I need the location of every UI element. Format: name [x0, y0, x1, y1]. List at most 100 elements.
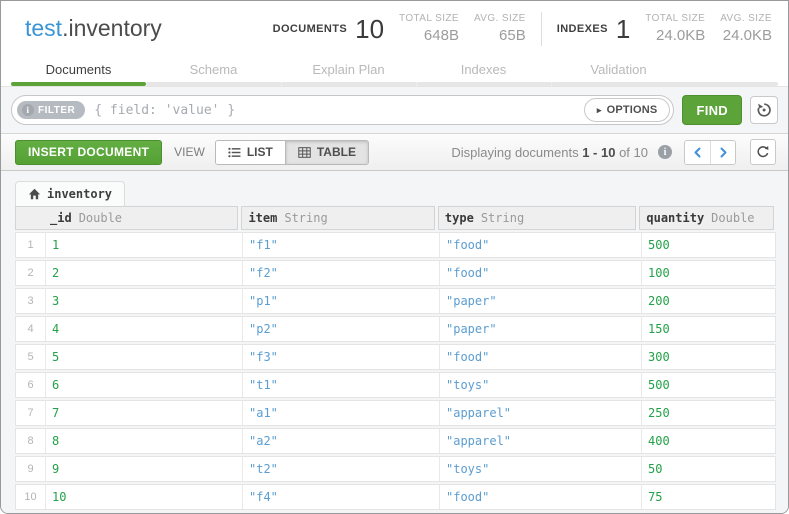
collection-name: inventory [68, 15, 161, 41]
namespace-title: test.inventory [25, 15, 162, 42]
column-header-type[interactable]: type String [438, 206, 636, 230]
table-row[interactable]: 8 8 "a2" "apparel" 400 [15, 428, 776, 454]
item-cell[interactable]: "a1" [243, 401, 440, 425]
item-cell[interactable]: "p2" [243, 317, 440, 341]
item-cell[interactable]: "f1" [243, 233, 440, 257]
documents-avg-size-stat: AVG. SIZE 65B [474, 13, 526, 44]
view-table-label: TABLE [317, 145, 356, 159]
type-cell[interactable]: "food" [440, 345, 642, 369]
type-cell[interactable]: "apparel" [440, 429, 642, 453]
type-cell[interactable]: "food" [440, 485, 642, 509]
row-number-cell: 7 [16, 401, 46, 425]
item-cell[interactable]: "f3" [243, 345, 440, 369]
item-cell[interactable]: "f4" [243, 485, 440, 509]
column-header-id[interactable]: _id Double [15, 206, 238, 230]
type-cell[interactable]: "apparel" [440, 401, 642, 425]
table-row[interactable]: 2 2 "f2" "food" 100 [15, 260, 776, 286]
documents-stat: DOCUMENTS 10 [273, 16, 384, 42]
item-cell[interactable]: "f2" [243, 261, 440, 285]
item-cell[interactable]: "p1" [243, 289, 440, 313]
quantity-cell[interactable]: 50 [642, 457, 775, 481]
tab-bar-filler [686, 56, 778, 86]
indexes-total-size-value: 24.0KB [656, 27, 705, 44]
documents-total-size-stat: TOTAL SIZE 648B [399, 13, 459, 44]
type-cell[interactable]: "food" [440, 233, 642, 257]
item-cell[interactable]: "a2" [243, 429, 440, 453]
table-row[interactable]: 7 7 "a1" "apparel" 250 [15, 400, 776, 426]
refresh-documents-button[interactable] [750, 139, 776, 165]
quantity-cell[interactable]: 300 [642, 345, 775, 369]
table-body: 1 1 "f1" "food" 500 2 2 "f2" "food" 100 … [15, 232, 774, 510]
tab-validation[interactable]: Validation [551, 56, 686, 86]
find-button[interactable]: FIND [682, 95, 742, 125]
next-page-button[interactable] [710, 141, 735, 164]
database-name: test [25, 15, 62, 41]
table-row[interactable]: 4 4 "p2" "paper" 150 [15, 316, 776, 342]
documents-table-area: inventory _id Double item String type St… [1, 171, 788, 513]
displaying-info-icon[interactable]: i [658, 145, 672, 159]
row-number-cell: 10 [16, 485, 46, 509]
quantity-cell[interactable]: 75 [642, 485, 775, 509]
filter-badge-label: FILTER [38, 105, 75, 116]
tab-schema[interactable]: Schema [146, 56, 281, 86]
quantity-cell[interactable]: 200 [642, 289, 775, 313]
column-name: item [248, 211, 277, 225]
tab-explain-plan-label: Explain Plan [281, 62, 416, 82]
row-number-cell: 5 [16, 345, 46, 369]
id-cell[interactable]: 9 [46, 457, 243, 481]
pagination [684, 140, 736, 165]
quantity-cell[interactable]: 150 [642, 317, 775, 341]
collection-breadcrumb-tab[interactable]: inventory [15, 181, 125, 206]
id-cell[interactable]: 7 [46, 401, 243, 425]
tab-explain-plan[interactable]: Explain Plan [281, 56, 416, 86]
table-row[interactable]: 5 5 "f3" "food" 300 [15, 344, 776, 370]
column-header-item[interactable]: item String [241, 206, 434, 230]
quantity-cell[interactable]: 400 [642, 429, 775, 453]
filter-info-icon: i [22, 104, 34, 116]
quantity-cell[interactable]: 250 [642, 401, 775, 425]
type-cell[interactable]: "food" [440, 261, 642, 285]
previous-page-button[interactable] [685, 141, 710, 164]
view-table-button[interactable]: TABLE [285, 141, 368, 164]
indexes-avg-size-value: 24.0KB [723, 27, 772, 44]
column-type: Double [79, 211, 122, 225]
column-header-quantity[interactable]: quantity Double [639, 206, 774, 230]
id-cell[interactable]: 1 [46, 233, 243, 257]
column-type: Double [711, 211, 754, 225]
quantity-cell[interactable]: 100 [642, 261, 775, 285]
view-list-button[interactable]: LIST [216, 141, 285, 164]
query-history-button[interactable] [750, 96, 778, 124]
type-cell[interactable]: "toys" [440, 373, 642, 397]
id-cell[interactable]: 3 [46, 289, 243, 313]
table-row[interactable]: 10 10 "f4" "food" 75 [15, 484, 776, 510]
id-cell[interactable]: 10 [46, 485, 243, 509]
quantity-cell[interactable]: 500 [642, 233, 775, 257]
table-row[interactable]: 1 1 "f1" "food" 500 [15, 232, 776, 258]
type-cell[interactable]: "paper" [440, 317, 642, 341]
filter-input[interactable]: i FILTER { field: 'value' } ▸ OPTIONS [11, 95, 674, 125]
column-type: String [284, 211, 327, 225]
id-cell[interactable]: 6 [46, 373, 243, 397]
table-header-row: _id Double item String type String quant… [15, 206, 774, 230]
table-row[interactable]: 3 3 "p1" "paper" 200 [15, 288, 776, 314]
type-cell[interactable]: "toys" [440, 457, 642, 481]
tab-indexes[interactable]: Indexes [416, 56, 551, 86]
quantity-cell[interactable]: 500 [642, 373, 775, 397]
indexes-stat: INDEXES 1 [557, 16, 631, 42]
id-cell[interactable]: 5 [46, 345, 243, 369]
insert-document-button[interactable]: INSERT DOCUMENT [15, 140, 162, 165]
type-cell[interactable]: "paper" [440, 289, 642, 313]
id-cell[interactable]: 8 [46, 429, 243, 453]
id-cell[interactable]: 2 [46, 261, 243, 285]
tab-documents-label: Documents [11, 62, 146, 82]
item-cell[interactable]: "t1" [243, 373, 440, 397]
table-row[interactable]: 9 9 "t2" "toys" 50 [15, 456, 776, 482]
tab-indexes-label: Indexes [416, 62, 551, 82]
tab-schema-label: Schema [146, 62, 281, 82]
item-cell[interactable]: "t2" [243, 457, 440, 481]
table-row[interactable]: 6 6 "t1" "toys" 500 [15, 372, 776, 398]
column-name: quantity [646, 211, 704, 225]
id-cell[interactable]: 4 [46, 317, 243, 341]
tab-documents[interactable]: Documents [11, 56, 146, 86]
options-button[interactable]: ▸ OPTIONS [584, 98, 671, 122]
